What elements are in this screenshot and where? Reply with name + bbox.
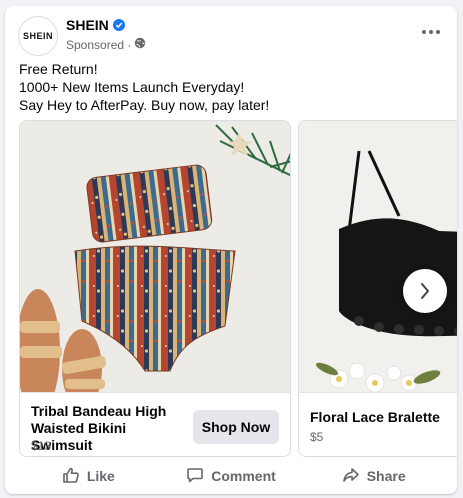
post-text-line: Say Hey to AfterPay. Buy now, pay later! [19, 97, 270, 113]
page-name-label[interactable]: SHEIN [66, 17, 109, 33]
bralette-image[interactable] [299, 121, 457, 393]
product-price: $13 [31, 439, 52, 453]
share-arrow-icon [342, 466, 360, 487]
comment-icon [186, 466, 204, 487]
more-options-icon[interactable] [419, 20, 443, 44]
carousel-card[interactable]: Tribal Bandeau High Waisted Bikini Swims… [19, 120, 291, 457]
like-button[interactable]: Like [17, 460, 160, 492]
post-header: SHEIN SHEIN Sponsored · [5, 6, 457, 62]
product-price: $5 [310, 430, 324, 444]
product-title[interactable]: Floral Lace Bralette [310, 409, 457, 426]
shop-now-button[interactable]: Shop Now [193, 410, 279, 444]
verified-badge-icon [112, 19, 125, 31]
bikini-image[interactable] [20, 121, 290, 413]
product-carousel: Tribal Bandeau High Waisted Bikini Swims… [19, 120, 457, 458]
post-text-line: Free Return! [19, 61, 98, 77]
globe-icon [134, 37, 146, 52]
page-avatar[interactable]: SHEIN [18, 16, 58, 56]
sponsored-label[interactable]: Sponsored · [66, 38, 131, 52]
comment-button[interactable]: Comment [160, 460, 303, 492]
like-label: Like [86, 468, 115, 484]
post-meta: Sponsored · [66, 37, 146, 52]
thumbs-up-icon [62, 466, 80, 487]
page-name[interactable]: SHEIN [66, 17, 125, 33]
comment-label: Comment [211, 468, 276, 484]
post-text-line: 1000+ New Items Launch Everyday! [19, 79, 245, 95]
carousel-card-info: Tribal Bandeau High Waisted Bikini Swims… [20, 392, 290, 456]
product-title[interactable]: Tribal Bandeau High Waisted Bikini Swims… [31, 403, 191, 454]
post-actions: Like Comment Share [5, 458, 457, 494]
share-label: Share [366, 468, 406, 484]
sponsored-post: SHEIN SHEIN Sponsored · Free Return! 100… [5, 6, 457, 494]
chevron-right-icon[interactable] [403, 269, 447, 313]
carousel-card-info: Floral Lace Bralette $5 [299, 392, 457, 456]
post-text: Free Return! 1000+ New Items Launch Ever… [19, 60, 443, 114]
share-button[interactable]: Share [302, 460, 445, 492]
avatar-logo-text: SHEIN [22, 31, 53, 41]
